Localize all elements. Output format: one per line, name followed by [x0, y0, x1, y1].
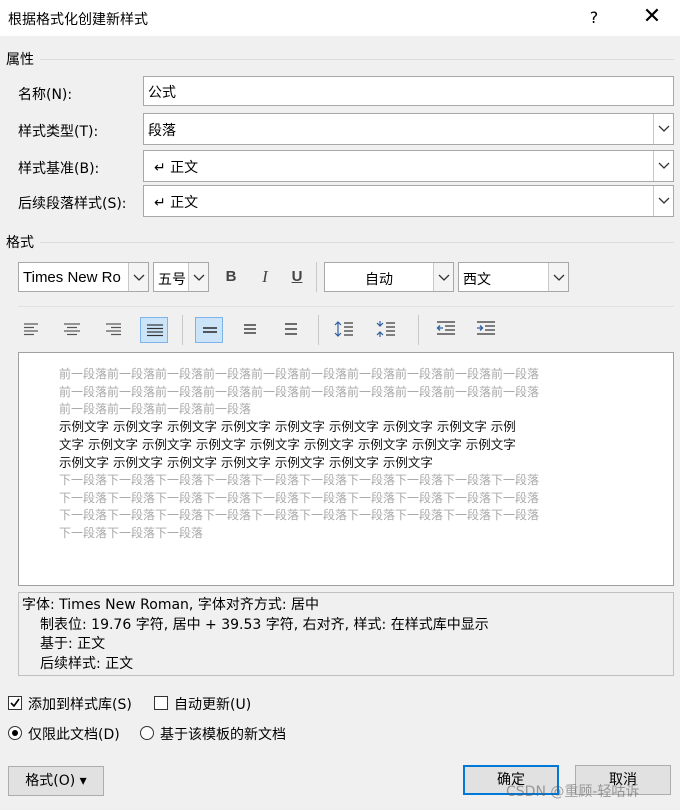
format-divider: [40, 242, 674, 243]
template-label[interactable]: 基于该模板的新文档: [160, 724, 286, 744]
preview-previous-paragraph: 前一段落前一段落前一段落前一段落前一段落前一段落前一段落前一段落前一段落前一段落…: [59, 366, 619, 419]
style-preview: 前一段落前一段落前一段落前一段落前一段落前一段落前一段落前一段落前一段落前一段落…: [18, 352, 674, 586]
checkmark-icon: [10, 698, 20, 708]
decrease-indent-button[interactable]: [432, 317, 460, 343]
font-size-select[interactable]: 五号: [153, 262, 209, 292]
description-line: 制表位: 19.76 字符, 居中 + 39.53 字符, 右对齐, 样式: 在…: [40, 616, 489, 633]
increase-indent-icon: [477, 321, 495, 335]
script-select[interactable]: 西文: [458, 262, 569, 292]
watermark-text: CSDN @重顾-轻咕诉: [506, 784, 640, 800]
increase-indent-button[interactable]: [472, 317, 500, 343]
preview-next-paragraph: 下一段落下一段落下一段落下一段落下一段落下一段落下一段落下一段落下一段落下一段落…: [59, 472, 619, 542]
description-line: 字体: Times New Roman, 字体对齐方式: 居中: [22, 597, 319, 613]
chevron-down-icon[interactable]: [433, 263, 453, 291]
name-label: 名称(N):: [18, 87, 73, 103]
format-group-label: 格式: [6, 235, 34, 251]
chevron-down-icon[interactable]: [548, 263, 568, 291]
following-style-value: ↵ 正文: [154, 195, 199, 211]
decrease-indent-icon: [436, 321, 455, 335]
font-select[interactable]: Times New Ro: [18, 262, 149, 292]
style-description: 字体: Times New Roman, 字体对齐方式: 居中 制表位: 19.…: [18, 592, 674, 676]
name-input[interactable]: 公式: [143, 76, 674, 106]
based-on-select[interactable]: ↵ 正文: [143, 150, 674, 182]
align-center-icon: [64, 323, 80, 336]
justify-button[interactable]: [140, 317, 168, 343]
font-color-value: 自动: [365, 272, 393, 288]
close-button[interactable]: ✕: [630, 3, 674, 33]
following-style-select[interactable]: ↵ 正文: [143, 185, 674, 217]
increase-spacing-icon: [334, 321, 353, 337]
align-right-button[interactable]: [99, 317, 127, 343]
italic-button[interactable]: I: [253, 265, 277, 289]
format-menu-button[interactable]: 格式(O) ▾: [8, 766, 104, 796]
align-right-icon: [106, 323, 121, 336]
chevron-down-icon[interactable]: [653, 114, 673, 144]
font-color-select[interactable]: 自动: [324, 262, 454, 292]
preview-line: 示例文字 示例文字 示例文字 示例文字 示例文字 示例文字 示例文字: [59, 455, 433, 470]
toolbar-separator: [418, 315, 419, 345]
style-type-label: 样式类型(T):: [18, 124, 99, 140]
single-spacing-button[interactable]: [195, 317, 223, 343]
chevron-down-icon[interactable]: [653, 186, 673, 216]
preview-sample-paragraph: 示例文字 示例文字 示例文字 示例文字 示例文字 示例文字 示例文字 示例文字 …: [59, 418, 619, 472]
add-to-gallery-checkbox[interactable]: [8, 696, 22, 710]
font-size-value: 五号: [158, 272, 186, 288]
double-spacing-button[interactable]: [277, 317, 305, 343]
this-document-label[interactable]: 仅限此文档(D): [28, 724, 120, 744]
add-to-gallery-label[interactable]: 添加到样式库(S): [28, 694, 132, 714]
toolbar-separator: [316, 262, 317, 292]
chevron-down-icon[interactable]: [128, 263, 148, 291]
help-button[interactable]: ?: [572, 3, 616, 33]
preview-line: 下一段落下一段落下一段落下一段落下一段落下一段落下一段落下一段落下一段落下一段落: [59, 473, 540, 487]
justify-icon: [147, 324, 163, 337]
toolbar-separator: [318, 315, 319, 345]
font-value: Times New Ro: [23, 269, 121, 286]
based-on-value: ↵ 正文: [154, 160, 199, 176]
underline-button[interactable]: U: [285, 265, 309, 289]
align-left-icon: [24, 323, 38, 336]
preview-line: 文字 示例文字 示例文字 示例文字 示例文字 示例文字 示例文字 示例文字 示例…: [59, 437, 516, 452]
decrease-spacing-icon: [376, 321, 395, 337]
preview-line: 下一段落下一段落下一段落下一段落下一段落下一段落下一段落下一段落下一段落下一段落: [59, 490, 540, 505]
bold-button[interactable]: B: [219, 265, 243, 289]
following-style-label: 后续段落样式(S):: [18, 196, 127, 212]
properties-divider: [40, 59, 674, 60]
chevron-down-icon[interactable]: [188, 263, 208, 291]
toolbar-divider: [18, 306, 674, 307]
preview-line: 下一段落下一段落下一段落: [59, 525, 204, 540]
description-line: 后续样式: 正文: [40, 655, 134, 672]
based-on-label: 样式基准(B):: [18, 161, 100, 177]
align-center-button[interactable]: [58, 317, 86, 343]
auto-update-label[interactable]: 自动更新(U): [174, 694, 251, 714]
preview-line: 前一段落前一段落前一段落前一段落: [59, 402, 252, 417]
preview-line: 前一段落前一段落前一段落前一段落前一段落前一段落前一段落前一段落前一段落前一段落: [59, 384, 540, 399]
style-type-value: 段落: [148, 123, 176, 139]
double-spacing-icon: [285, 323, 297, 335]
description-line: 基于: 正文: [40, 636, 106, 652]
script-value: 西文: [463, 272, 491, 288]
chevron-down-icon[interactable]: [653, 151, 673, 181]
template-radio[interactable]: [140, 726, 154, 740]
increase-spacing-button[interactable]: [330, 317, 358, 343]
single-spacing-icon: [203, 327, 217, 333]
one-half-spacing-button[interactable]: [236, 317, 264, 343]
preview-line: 下一段落下一段落下一段落下一段落下一段落下一段落下一段落下一段落下一段落下一段落: [59, 508, 540, 523]
this-document-radio[interactable]: [8, 726, 22, 740]
preview-line: 前一段落前一段落前一段落前一段落前一段落前一段落前一段落前一段落前一段落前一段落: [59, 367, 540, 381]
align-left-button[interactable]: [18, 317, 46, 343]
title-bar: 根据格式化创建新样式 ? ✕: [0, 0, 680, 36]
properties-group-label: 属性: [6, 52, 34, 68]
dialog-title: 根据格式化创建新样式: [8, 12, 148, 28]
toolbar-separator: [182, 315, 183, 345]
style-type-select[interactable]: 段落: [143, 113, 674, 145]
decrease-spacing-button[interactable]: [372, 317, 400, 343]
preview-line: 示例文字 示例文字 示例文字 示例文字 示例文字 示例文字 示例文字 示例文字 …: [59, 419, 516, 434]
auto-update-checkbox[interactable]: [154, 696, 168, 710]
one-half-spacing-icon: [244, 324, 256, 334]
